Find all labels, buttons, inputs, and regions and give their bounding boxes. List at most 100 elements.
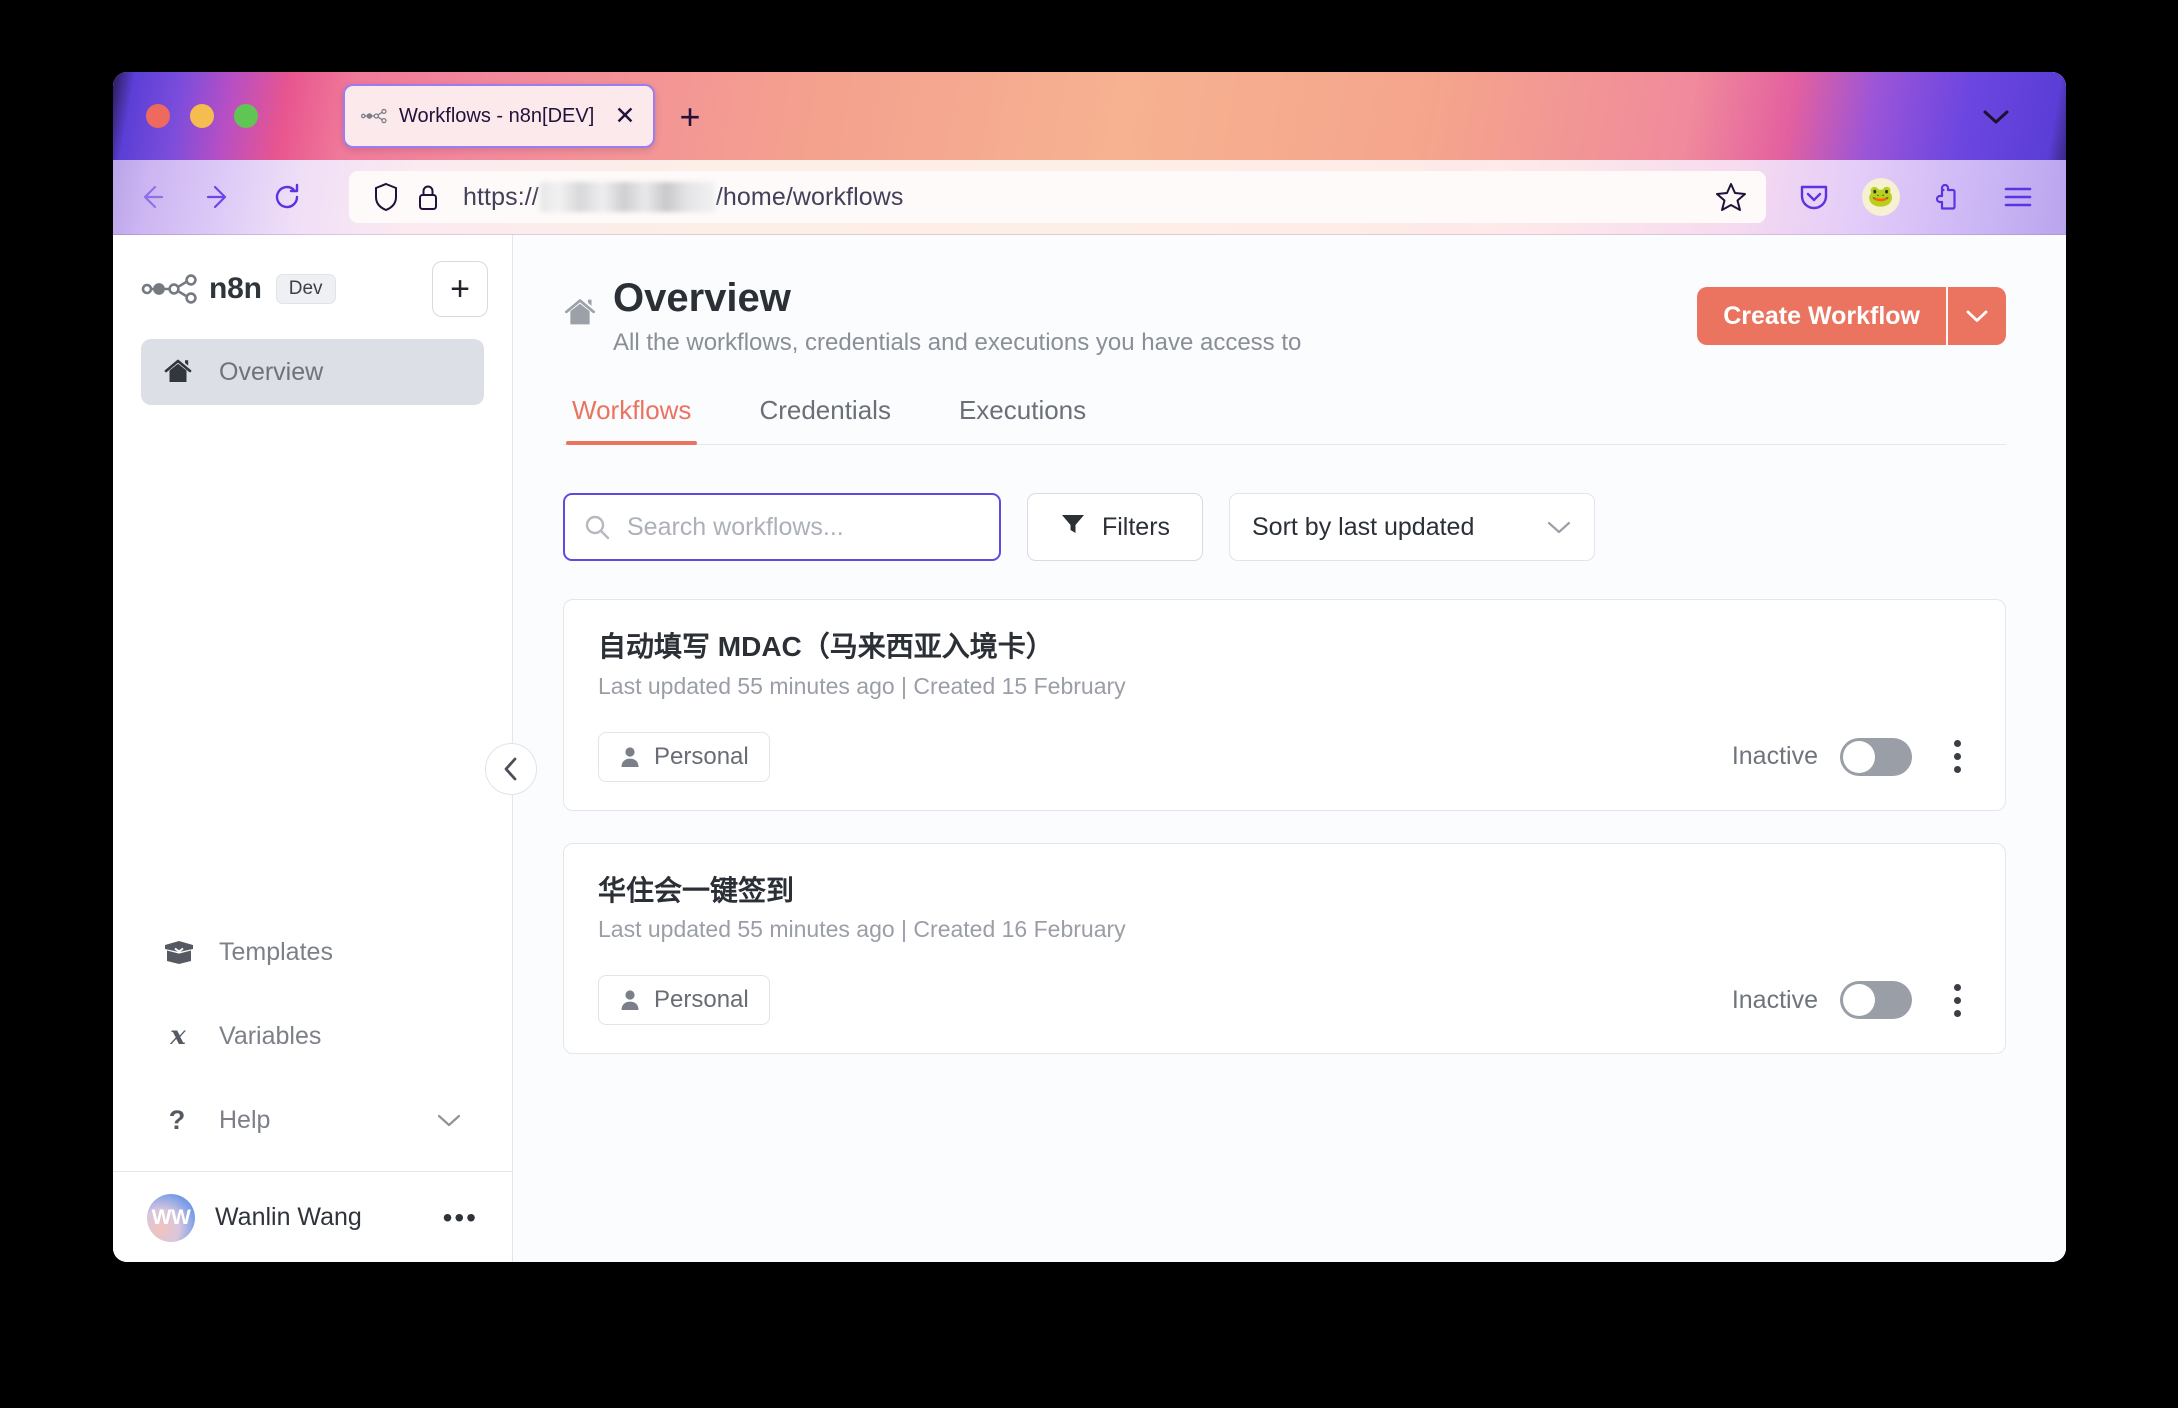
add-workflow-button[interactable]: + — [432, 261, 488, 317]
browser-toolbar: https:// /home/workflows 🐸 — [113, 160, 2066, 235]
person-icon — [619, 745, 641, 769]
sidebar-item-label: Templates — [219, 937, 333, 966]
project-badge-label: Personal — [654, 986, 749, 1014]
workflow-card-actions: Inactive — [1732, 978, 1971, 1023]
workflow-card-actions: Inactive — [1732, 734, 1971, 779]
person-icon — [619, 988, 641, 1012]
toggle-knob — [1843, 984, 1875, 1017]
question-mark-icon: ? — [163, 1106, 201, 1134]
sidebar-item-label: Variables — [219, 1021, 322, 1050]
sort-value: Sort by last updated — [1252, 512, 1475, 541]
window-controls — [146, 104, 258, 128]
toolbar-extensions: 🐸 — [1792, 175, 2066, 219]
home-icon — [163, 358, 201, 386]
sidebar-header: n8n Dev + — [113, 251, 512, 317]
page-subtitle: All the workflows, credentials and execu… — [613, 329, 1302, 356]
search-input[interactable] — [625, 511, 981, 543]
star-icon[interactable] — [1708, 174, 1754, 220]
sidebar-item-variables[interactable]: x Variables — [141, 1003, 484, 1069]
tab-workflows[interactable]: Workflows — [566, 395, 698, 445]
tab-credentials[interactable]: Credentials — [753, 395, 897, 444]
workflow-list: 自动填写 MDAC（马来西亚入境卡） Last updated 55 minut… — [563, 599, 2006, 1055]
page-header: Overview All the workflows, credentials … — [563, 275, 2006, 357]
create-workflow-button[interactable]: Create Workflow — [1697, 287, 1946, 345]
chevron-down-icon[interactable] — [1976, 100, 2016, 134]
kebab-menu-icon[interactable] — [1944, 978, 1971, 1023]
n8n-nodes-icon — [361, 108, 387, 124]
new-tab-button[interactable]: + — [669, 96, 711, 138]
content-tabs: Workflows Credentials Executions — [563, 395, 2006, 445]
url-text: https:// /home/workflows — [463, 182, 1708, 212]
chevron-down-icon — [1546, 519, 1572, 535]
maximize-window-button[interactable] — [234, 104, 258, 128]
reload-icon[interactable] — [265, 175, 309, 219]
filters-label: Filters — [1101, 512, 1171, 541]
toggle-knob — [1843, 740, 1875, 773]
close-window-button[interactable] — [146, 104, 170, 128]
search-box[interactable] — [563, 493, 1001, 561]
create-workflow-group: Create Workflow — [1697, 287, 2006, 345]
workflow-active-toggle[interactable] — [1840, 737, 1912, 776]
filters-button[interactable]: Filters — [1027, 493, 1203, 561]
home-icon — [563, 297, 597, 329]
workflow-active-toggle[interactable] — [1840, 981, 1912, 1020]
workflow-card-footer: Personal Inactive — [598, 731, 1971, 782]
sidebar-item-label: Help — [219, 1105, 271, 1134]
project-badge-label: Personal — [654, 742, 749, 770]
workflow-card-footer: Personal Inactive — [598, 975, 1971, 1026]
ellipsis-icon[interactable]: ••• — [443, 1203, 478, 1232]
sidebar-item-help[interactable]: ? Help — [141, 1087, 484, 1153]
extension-avatar-icon[interactable]: 🐸 — [1862, 178, 1900, 216]
project-badge[interactable]: Personal — [598, 731, 770, 782]
pocket-icon[interactable] — [1792, 175, 1836, 219]
workflow-card[interactable]: 自动填写 MDAC（马来西亚入境卡） Last updated 55 minut… — [563, 599, 2006, 811]
close-icon[interactable]: ✕ — [611, 102, 639, 130]
address-bar[interactable]: https:// /home/workflows — [349, 171, 1766, 223]
sidebar-secondary-nav: Templates x Variables ? Help — [113, 919, 512, 1171]
workflow-title: 华住会一键签到 — [598, 874, 795, 906]
chevron-down-icon[interactable] — [436, 1112, 462, 1128]
variable-x-icon: x — [163, 1022, 201, 1050]
lock-icon[interactable] — [411, 180, 445, 214]
url-domain-redacted — [539, 182, 715, 212]
sidebar-user-area[interactable]: WW Wanlin Wang ••• — [113, 1171, 512, 1262]
tab-executions[interactable]: Executions — [953, 395, 1092, 444]
sidebar: n8n Dev + Overview Templates x Variables… — [113, 235, 537, 1262]
url-path: /home/workflows — [715, 182, 904, 211]
page-content: n8n Dev + Overview Templates x Variables… — [113, 235, 2066, 1262]
workflow-meta: Last updated 55 minutes ago | Created 15… — [598, 672, 1126, 699]
page-title: Overview — [613, 276, 791, 320]
workflow-title: 自动填写 MDAC（马来西亚入境卡） — [598, 631, 1054, 662]
n8n-wordmark: n8n — [209, 272, 262, 305]
minimize-window-button[interactable] — [190, 104, 214, 128]
sidebar-item-templates[interactable]: Templates — [141, 919, 484, 985]
sidebar-item-overview[interactable]: Overview — [141, 339, 484, 405]
svg-text:x: x — [169, 1022, 186, 1050]
workflow-card[interactable]: 华住会一键签到 Last updated 55 minutes ago | Cr… — [563, 842, 2006, 1055]
workflow-meta: Last updated 55 minutes ago | Created 16… — [598, 916, 1126, 943]
kebab-menu-icon[interactable] — [1944, 734, 1971, 779]
search-icon — [583, 513, 611, 541]
status-badge: Inactive — [1731, 985, 1818, 1014]
sort-select[interactable]: Sort by last updated — [1229, 493, 1595, 561]
box-icon — [163, 939, 201, 965]
sidebar-collapse-button[interactable] — [485, 743, 537, 795]
funnel-icon — [1060, 511, 1086, 544]
shield-icon[interactable] — [369, 180, 403, 214]
arrow-left-icon[interactable] — [129, 175, 173, 219]
browser-window: Workflows - n8n[DEV] ✕ + https:// /home/… — [113, 72, 2066, 1262]
chevron-down-icon[interactable] — [1946, 287, 2006, 345]
filters-row: Filters Sort by last updated — [563, 493, 2006, 561]
project-badge[interactable]: Personal — [598, 975, 770, 1026]
browser-tab[interactable]: Workflows - n8n[DEV] ✕ — [343, 84, 655, 148]
sidebar-item-label: Overview — [219, 357, 324, 386]
puzzle-icon[interactable] — [1926, 175, 1970, 219]
hamburger-menu-icon[interactable] — [1996, 175, 2040, 219]
browser-tab-title: Workflows - n8n[DEV] — [399, 104, 595, 127]
main-content: Overview All the workflows, credentials … — [513, 235, 2066, 1262]
avatar: WW — [147, 1193, 195, 1242]
user-name: Wanlin Wang — [215, 1203, 362, 1231]
arrow-right-icon[interactable] — [197, 175, 241, 219]
environment-badge: Dev — [275, 274, 336, 304]
page-header-text: Overview All the workflows, credentials … — [613, 275, 1697, 357]
